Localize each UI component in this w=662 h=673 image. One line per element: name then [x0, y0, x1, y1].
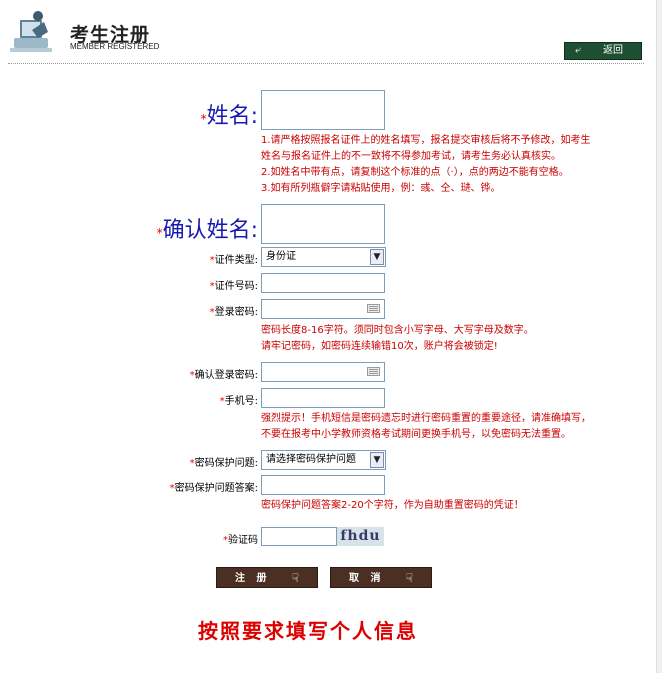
back-button-label: 返回 — [603, 45, 623, 56]
security-notes: 密码保护问题答案2-20个字符，作为自助重置密码的凭证！ — [261, 498, 651, 514]
id-number-input[interactable] — [261, 273, 385, 293]
name-note-line: 3.如有所列瓶僻字请粘贴使用，例：彧、仝、琎、铧。 — [261, 183, 501, 194]
cancel-button-label: 取 消 — [349, 573, 385, 584]
captcha-label: *验证码 — [223, 535, 258, 546]
id-type-label: *证件类型: — [209, 255, 258, 266]
confirm-name-input[interactable] — [261, 204, 385, 244]
phone-label: *手机号: — [219, 396, 258, 407]
confirm-name-label: *确认姓名: — [156, 218, 258, 243]
password-input[interactable] — [261, 299, 385, 319]
password-notes: 密码长度8-16字符。须同时包含小写字母、大写字母及数字。 请牢记密码，如密码连… — [261, 323, 651, 355]
security-question-select[interactable]: 请选择密码保护问题 ▼ — [261, 450, 386, 470]
name-notes: 1.请严格按照报名证件上的姓名填写，报名提交审核后将不予修改，如考生 姓名与报名… — [261, 133, 651, 197]
chevron-down-icon[interactable]: ▼ — [370, 452, 384, 468]
password-label: *登录密码: — [209, 307, 258, 318]
name-note-line: 2.如姓名中带有点，请复制这个标准的点（·），点的两边不能有空格。 — [261, 167, 569, 178]
security-answer-input[interactable] — [261, 475, 385, 495]
security-question-label: *密码保护问题: — [189, 458, 258, 469]
register-button-label: 注 册 — [235, 573, 271, 584]
confirm-password-label: *确认登录密码: — [189, 370, 258, 381]
name-note-line: 1.请严格按照报名证件上的姓名填写，报名提交审核后将不予修改，如考生 — [261, 135, 591, 146]
phone-input[interactable] — [261, 388, 385, 408]
cancel-button[interactable]: 取 消 ☟ — [330, 567, 432, 588]
phone-notes: 强烈提示！手机短信是密码遗忘时进行密码重置的重要途径，请准确填写， 不要在报考中… — [261, 411, 656, 443]
phone-note-line: 强烈提示！手机短信是密码遗忘时进行密码重置的重要途径，请准确填写， — [261, 413, 591, 424]
back-arrow-icon: ⤶ — [575, 45, 581, 56]
security-note-line: 密码保护问题答案2-20个字符，作为自助重置密码的凭证！ — [261, 500, 524, 511]
id-type-selected: 身份证 — [266, 251, 296, 262]
hand-pointer-icon: ☟ — [291, 571, 299, 585]
hand-pointer-icon: ☟ — [405, 571, 413, 585]
security-answer-label: *密码保护问题答案: — [169, 483, 258, 494]
keyboard-icon[interactable] — [367, 304, 380, 313]
confirm-password-input[interactable] — [261, 362, 385, 382]
id-number-label: *证件号码: — [209, 281, 258, 292]
scrollbar[interactable] — [656, 0, 662, 673]
password-note-line: 请牢记密码，如密码连续输错10次，账户将会被锁定! — [261, 341, 498, 352]
security-question-selected: 请选择密码保护问题 — [266, 454, 356, 465]
computer-user-icon — [10, 11, 52, 52]
password-note-line: 密码长度8-16字符。须同时包含小写字母、大写字母及数字。 — [261, 325, 534, 336]
name-note-line: 姓名与报名证件上的不一致将不得参加考试，请考生务必认真核实。 — [261, 151, 561, 162]
instruction-caption: 按照要求填写个人信息 — [198, 619, 418, 643]
page-header: 考生注册 MEMBER REGISTERED ⤶ 返回 — [0, 0, 662, 66]
id-type-select[interactable]: 身份证 ▼ — [261, 247, 386, 267]
chevron-down-icon[interactable]: ▼ — [370, 249, 384, 265]
page-subtitle: MEMBER REGISTERED — [70, 42, 160, 51]
register-button[interactable]: 注 册 ☟ — [216, 567, 318, 588]
header-divider — [8, 63, 644, 64]
keyboard-icon[interactable] — [367, 367, 380, 376]
phone-note-line: 不要在报考中小学教师资格考试期间更换手机号，以免密码无法重置。 — [261, 429, 571, 440]
captcha-input[interactable] — [261, 527, 337, 546]
name-input[interactable] — [261, 90, 385, 130]
captcha-image[interactable]: fhdu — [337, 527, 384, 546]
back-button[interactable]: ⤶ 返回 — [564, 42, 642, 60]
name-label: *姓名: — [200, 104, 258, 129]
